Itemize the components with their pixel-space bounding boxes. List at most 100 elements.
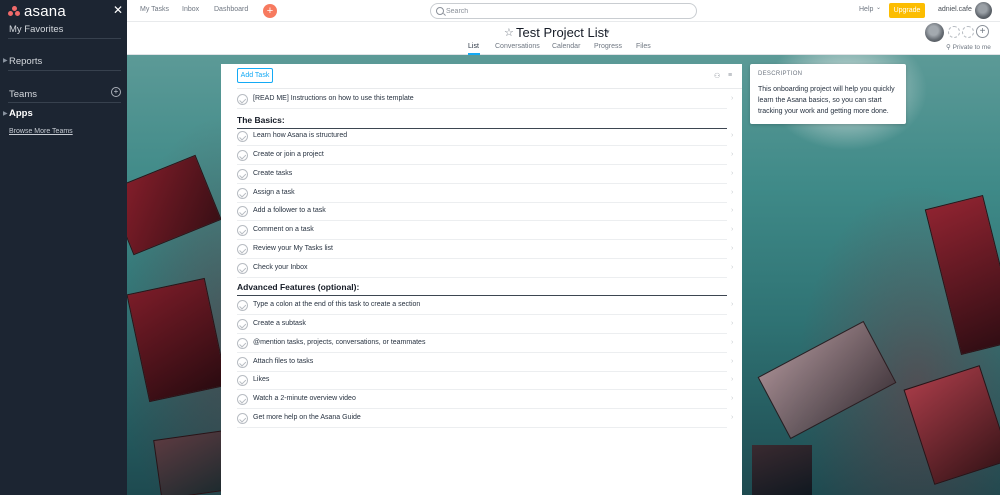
chevron-right-icon[interactable]: ›	[731, 358, 733, 365]
checkmark-icon[interactable]	[237, 188, 248, 199]
checkmark-icon[interactable]	[237, 263, 248, 274]
member-avatar[interactable]	[925, 23, 944, 42]
task-name[interactable]: Check your Inbox	[253, 264, 307, 271]
section-header[interactable]: Advanced Features (optional):	[237, 278, 727, 296]
task-name[interactable]: [READ ME] Instructions on how to use thi…	[253, 95, 414, 102]
member-placeholder-icon[interactable]	[962, 26, 974, 38]
task-name[interactable]: Attach files to tasks	[253, 358, 313, 365]
checkmark-icon[interactable]	[237, 319, 248, 330]
nav-dashboard[interactable]: Dashboard	[214, 6, 248, 13]
chevron-down-icon[interactable]: ▾	[606, 28, 610, 36]
chevron-right-icon[interactable]: ›	[731, 189, 733, 196]
task-row[interactable]: Attach files to tasks ›	[237, 353, 733, 372]
upgrade-button[interactable]: Upgrade	[889, 3, 925, 18]
task-name[interactable]: Learn how Asana is structured	[253, 132, 347, 139]
add-member-button[interactable]: +	[976, 25, 989, 38]
checkmark-icon[interactable]	[237, 225, 248, 236]
add-task-button[interactable]: Add Task	[237, 68, 273, 83]
checkmark-icon[interactable]	[237, 357, 248, 368]
chevron-right-icon[interactable]: ›	[731, 245, 733, 252]
task-name[interactable]: Create a subtask	[253, 320, 306, 327]
quick-add-button[interactable]: +	[263, 4, 277, 18]
chevron-right-icon[interactable]: ▶	[3, 110, 8, 117]
sidebar-item-apps[interactable]: Apps	[9, 108, 33, 119]
tab-files[interactable]: Files	[636, 43, 651, 50]
task-row[interactable]: Assign a task ›	[237, 184, 733, 203]
star-icon[interactable]: ☆	[504, 26, 514, 39]
sidebar-item-teams[interactable]: Teams	[9, 89, 37, 100]
chevron-right-icon[interactable]: ›	[731, 151, 733, 158]
username[interactable]: adniel.cafe	[938, 6, 972, 13]
task-row[interactable]: Learn how Asana is structured ›	[237, 127, 733, 146]
task-name[interactable]: Assign a task	[253, 189, 295, 196]
checkmark-icon[interactable]	[237, 375, 248, 386]
task-name[interactable]: Review your My Tasks list	[253, 245, 333, 252]
task-row[interactable]: Check your Inbox ›	[237, 259, 733, 278]
chevron-right-icon[interactable]: ›	[731, 132, 733, 139]
search-bar[interactable]	[430, 3, 697, 19]
sidebar-item-reports[interactable]: Reports	[9, 56, 42, 67]
task-name[interactable]: Watch a 2-minute overview video	[253, 395, 356, 402]
checkmark-icon[interactable]	[237, 206, 248, 217]
task-row[interactable]: Get more help on the Asana Guide ›	[237, 409, 733, 428]
project-description-card[interactable]: DESCRIPTION This onboarding project will…	[750, 64, 906, 124]
asana-logo[interactable]: asana	[8, 3, 66, 20]
task-row[interactable]: Create or join a project ›	[237, 146, 733, 165]
member-placeholder-icon[interactable]	[948, 26, 960, 38]
add-team-icon[interactable]: +	[111, 87, 121, 97]
sort-icon[interactable]: ≡	[728, 72, 732, 79]
tab-list[interactable]: List	[468, 43, 479, 50]
chevron-right-icon[interactable]: ›	[731, 414, 733, 421]
task-name[interactable]: Get more help on the Asana Guide	[253, 414, 361, 421]
project-title[interactable]: Test Project List	[516, 25, 608, 40]
nav-inbox[interactable]: Inbox	[182, 6, 199, 13]
checkmark-icon[interactable]	[237, 338, 248, 349]
chevron-right-icon[interactable]: ›	[731, 95, 733, 102]
section-title[interactable]: Advanced Features (optional):	[237, 282, 359, 292]
sidebar-item-favorites[interactable]: My Favorites	[9, 24, 63, 35]
chevron-right-icon[interactable]: ›	[731, 170, 733, 177]
checkmark-icon[interactable]	[237, 94, 248, 105]
browse-more-teams-link[interactable]: Browse More Teams	[9, 128, 73, 135]
chevron-down-icon[interactable]: ⌄	[876, 4, 881, 11]
task-row[interactable]: Add a follower to a task ›	[237, 202, 733, 221]
task-row[interactable]: Watch a 2-minute overview video ›	[237, 390, 733, 409]
chevron-right-icon[interactable]: ›	[731, 376, 733, 383]
task-name[interactable]: @mention tasks, projects, conversations,…	[253, 339, 425, 346]
assignee-filter-icon[interactable]: ⚇	[714, 72, 720, 80]
tab-progress[interactable]: Progress	[594, 43, 622, 50]
privacy-setting[interactable]: ⚲ Private to me	[946, 43, 991, 51]
checkmark-icon[interactable]	[237, 244, 248, 255]
checkmark-icon[interactable]	[237, 150, 248, 161]
user-avatar[interactable]	[975, 2, 992, 19]
help-menu[interactable]: Help	[859, 6, 873, 13]
task-row[interactable]: Create tasks ›	[237, 165, 733, 184]
chevron-right-icon[interactable]: ▶	[3, 57, 8, 64]
chevron-right-icon[interactable]: ›	[731, 339, 733, 346]
task-name[interactable]: Likes	[253, 376, 269, 383]
task-name[interactable]: Create tasks	[253, 170, 292, 177]
checkmark-icon[interactable]	[237, 131, 248, 142]
chevron-right-icon[interactable]: ›	[731, 207, 733, 214]
task-name[interactable]: Add a follower to a task	[253, 207, 326, 214]
chevron-right-icon[interactable]: ›	[731, 395, 733, 402]
task-name[interactable]: Create or join a project	[253, 151, 324, 158]
task-name[interactable]: Comment on a task	[253, 226, 314, 233]
tab-conversations[interactable]: Conversations	[495, 43, 540, 50]
tab-calendar[interactable]: Calendar	[552, 43, 580, 50]
chevron-right-icon[interactable]: ›	[731, 264, 733, 271]
section-title[interactable]: The Basics:	[237, 115, 285, 125]
checkmark-icon[interactable]	[237, 413, 248, 424]
task-row[interactable]: Create a subtask ›	[237, 315, 733, 334]
chevron-right-icon[interactable]: ›	[731, 301, 733, 308]
chevron-right-icon[interactable]: ›	[731, 320, 733, 327]
description-text[interactable]: This onboarding project will help you qu…	[758, 84, 900, 117]
task-row[interactable]: Likes ›	[237, 371, 733, 390]
task-row[interactable]: [READ ME] Instructions on how to use thi…	[237, 90, 733, 109]
checkmark-icon[interactable]	[237, 169, 248, 180]
task-row[interactable]: Comment on a task ›	[237, 221, 733, 240]
nav-my-tasks[interactable]: My Tasks	[140, 6, 169, 13]
chevron-right-icon[interactable]: ›	[731, 226, 733, 233]
task-name[interactable]: Type a colon at the end of this task to …	[253, 301, 420, 308]
task-row[interactable]: Review your My Tasks list ›	[237, 240, 733, 259]
